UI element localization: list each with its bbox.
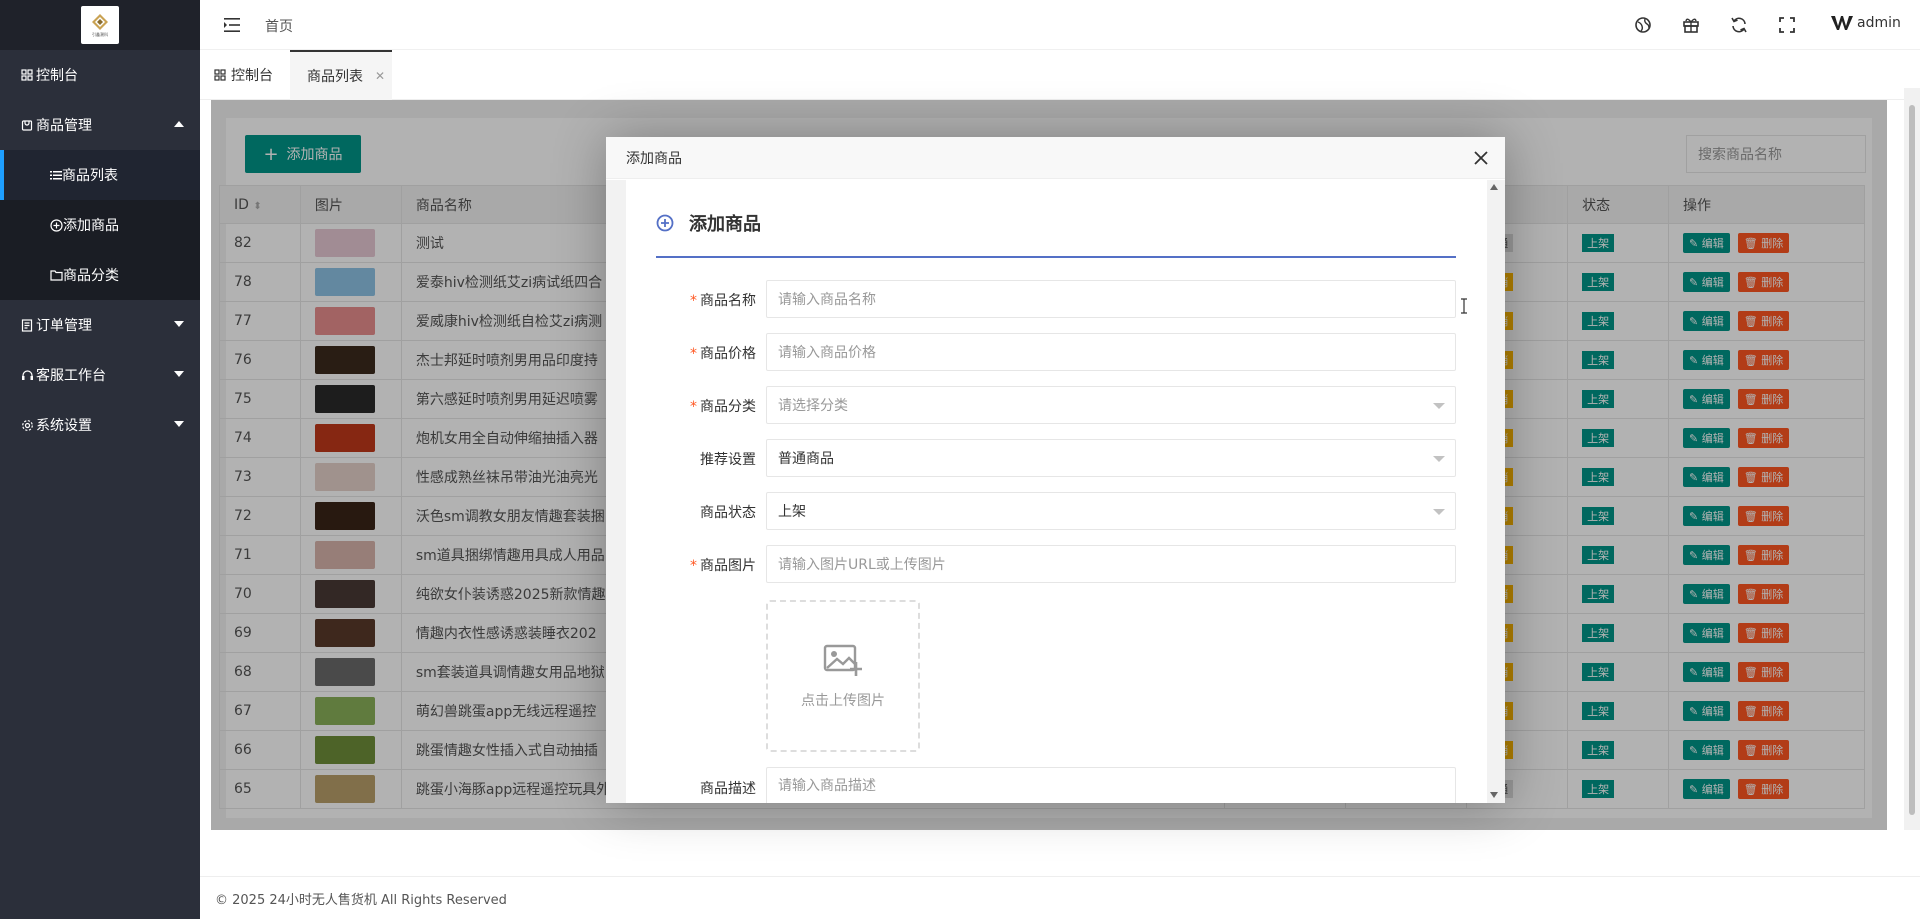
tab-product-list-label: 商品列表 — [307, 69, 363, 85]
modal-body: 添加商品 * 商品名称 请输入商品名称 * 商品价格 请输入商品价格 * 商品分类 请… — [606, 180, 1505, 803]
image-upload-area[interactable]: 点击上传图片 — [766, 600, 920, 752]
nav-product-list[interactable]: 商品列表 — [0, 150, 200, 200]
product-icon — [20, 118, 34, 132]
image-upload-icon — [823, 644, 862, 676]
menu-toggle-icon[interactable] — [224, 17, 242, 33]
nav-order-mgmt-label: 订单管理 — [36, 318, 92, 334]
nav-product-mgmt-label: 商品管理 — [36, 118, 92, 134]
nav-product-mgmt[interactable]: 商品管理 — [0, 100, 200, 150]
modal-header: 添加商品 — [606, 137, 1505, 179]
status-label: 商品状态 — [700, 505, 756, 521]
logo-mark-icon — [92, 14, 108, 30]
caret-down-icon — [174, 321, 184, 327]
folder-icon — [50, 269, 63, 281]
modal-scroll-down-icon[interactable] — [1490, 792, 1498, 798]
nav-add-product[interactable]: 添加商品 — [0, 200, 200, 250]
product-submenu: 商品列表 添加商品 商品分类 — [0, 150, 200, 300]
modal-title: 添加商品 — [626, 150, 682, 167]
product-price-input[interactable]: 请输入商品价格 — [766, 333, 1456, 371]
description-label: 商品描述 — [700, 781, 756, 797]
username: admin — [1857, 15, 1901, 31]
nav-console-label: 控制台 — [36, 68, 78, 84]
form-title-text: 添加商品 — [689, 214, 761, 235]
nav-product-list-label: 商品列表 — [62, 168, 118, 184]
caret-down-icon — [174, 371, 184, 377]
order-icon — [20, 318, 34, 332]
image-url-input[interactable]: 请输入图片URL或上传图片 — [766, 545, 1456, 583]
description-textarea[interactable]: 请输入商品描述 — [766, 767, 1456, 803]
caret-up-icon — [174, 121, 184, 127]
user-logo-icon — [1831, 16, 1853, 30]
category-select-value: 请选择分类 — [778, 398, 848, 414]
logo-bar: 引鑫潮科 — [0, 0, 200, 50]
logo[interactable]: 引鑫潮科 — [81, 6, 119, 44]
tab-console[interactable]: 控制台 — [214, 50, 273, 100]
globe-icon[interactable] — [1634, 16, 1652, 34]
breadcrumb-home[interactable]: 首页 — [265, 16, 293, 36]
recommend-select[interactable]: 普通商品 — [766, 439, 1456, 477]
modal-scroll-up-icon[interactable] — [1490, 184, 1498, 190]
close-icon[interactable] — [1472, 149, 1490, 167]
upload-hint: 点击上传图片 — [801, 693, 885, 709]
nav-service-desk-label: 客服工作台 — [36, 368, 106, 384]
title-divider — [656, 256, 1456, 258]
product-name-input[interactable]: 请输入商品名称 — [766, 280, 1456, 318]
status-select-value: 上架 — [778, 504, 806, 520]
nav-order-mgmt[interactable]: 订单管理 — [0, 300, 200, 350]
price-label: * 商品价格 — [690, 346, 756, 362]
nav-product-category-label: 商品分类 — [63, 268, 119, 284]
tab-product-list[interactable]: 商品列表 ✕ — [290, 50, 392, 100]
tab-console-label: 控制台 — [231, 68, 273, 84]
recommend-label: 推荐设置 — [700, 452, 756, 468]
copyright: © 2025 24小时无人售货机 All Rights Reserved — [215, 892, 507, 908]
sidebar: 引鑫潮科 控制台 商品管理 商品列表 添加商品 商品分类 订单管理 客服工作台 … — [0, 0, 200, 919]
nav-system-settings[interactable]: 系统设置 — [0, 400, 200, 450]
gift-icon[interactable] — [1682, 16, 1700, 34]
text-cursor-icon — [1461, 298, 1467, 314]
top-header: 首页 admin — [200, 0, 1920, 50]
nav-system-settings-label: 系统设置 — [36, 418, 92, 434]
headset-icon — [20, 368, 34, 382]
add-circle-icon — [50, 218, 63, 232]
nav-product-category[interactable]: 商品分类 — [0, 250, 200, 300]
add-product-modal: 添加商品 添加商品 *商品名称 请输入商品名称 *商品价格 请输入商品价格 — [606, 137, 1505, 803]
add-circle-icon — [656, 214, 674, 232]
dashboard-icon — [20, 68, 34, 82]
form-title: 添加商品 — [656, 210, 761, 236]
chevron-down-icon — [1433, 403, 1445, 409]
nav-add-product-label: 添加商品 — [63, 218, 119, 234]
recommend-select-value: 普通商品 — [778, 451, 834, 467]
user-menu[interactable]: admin — [1831, 15, 1901, 31]
image-label: * 商品图片 — [690, 558, 756, 574]
dashboard-icon — [214, 69, 226, 81]
category-label: * 商品分类 — [690, 399, 756, 415]
gear-icon — [20, 418, 34, 432]
logo-text: 引鑫潮科 — [92, 32, 108, 37]
chevron-down-icon — [1433, 456, 1445, 462]
refresh-icon[interactable] — [1730, 16, 1748, 34]
fullscreen-icon[interactable] — [1778, 16, 1796, 34]
caret-down-icon — [174, 421, 184, 427]
list-icon — [50, 169, 62, 181]
chevron-down-icon — [1433, 509, 1445, 515]
footer: © 2025 24小时无人售货机 All Rights Reserved — [200, 876, 1920, 919]
category-select[interactable]: 请选择分类 — [766, 386, 1456, 424]
name-label: * 商品名称 — [690, 293, 756, 309]
page-tabs: 控制台 商品列表 ✕ — [200, 50, 1920, 100]
page-scrollbar-thumb[interactable] — [1909, 105, 1915, 815]
tab-close-icon[interactable]: ✕ — [375, 69, 385, 83]
nav-console[interactable]: 控制台 — [0, 50, 200, 100]
product-form: 添加商品 * 商品名称 请输入商品名称 * 商品价格 请输入商品价格 * 商品分类 请… — [626, 180, 1487, 803]
status-select[interactable]: 上架 — [766, 492, 1456, 530]
nav-service-desk[interactable]: 客服工作台 — [0, 350, 200, 400]
